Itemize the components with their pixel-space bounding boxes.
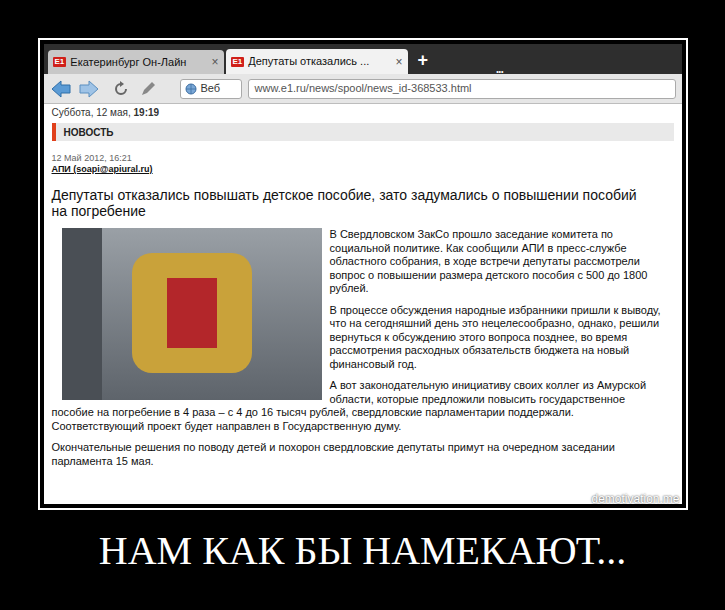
refresh-icon[interactable] bbox=[112, 80, 130, 98]
demotivator-poster: E1Екатеринбург Он-Лайн×E1Депутаты отказа… bbox=[0, 0, 725, 610]
tab-label: Депутаты отказались ... bbox=[248, 53, 391, 70]
page-date: Суббота, 12 мая, bbox=[52, 107, 131, 118]
watermark: demotivation.me bbox=[591, 492, 679, 506]
pen-icon[interactable] bbox=[140, 81, 156, 97]
poster-frame: E1Екатеринбург Он-Лайн×E1Депутаты отказа… bbox=[38, 38, 688, 510]
url-text: www.e1.ru/news/spool/news_id-368533.html bbox=[255, 80, 472, 97]
article-source[interactable]: АПИ (soapi@apiural.ru) bbox=[52, 164, 674, 175]
address-bar[interactable]: www.e1.ru/news/spool/news_id-368533.html bbox=[248, 79, 676, 99]
page-content: Суббота, 12 мая, 19:19 НОВОСТЬ 12 Май 20… bbox=[44, 104, 682, 504]
tab-overflow[interactable]: ••• bbox=[496, 68, 503, 76]
tab-close-button[interactable]: × bbox=[211, 56, 218, 68]
nav-bar: Веб www.e1.ru/news/spool/news_id-368533.… bbox=[44, 74, 682, 104]
article-body: В Свердловском ЗакСо прошло заседание ко… bbox=[52, 228, 674, 468]
search-box[interactable]: Веб bbox=[180, 79, 242, 99]
new-tab-button[interactable]: + bbox=[418, 51, 429, 69]
browser-tab[interactable]: E1Екатеринбург Он-Лайн × bbox=[48, 50, 224, 74]
tab-bar: E1Екатеринбург Он-Лайн×E1Депутаты отказа… bbox=[44, 44, 682, 74]
section-bar: НОВОСТЬ bbox=[52, 123, 674, 141]
poster-caption: НАМ КАК БЫ НАМЕКАЮТ... bbox=[99, 528, 626, 574]
article-headline: Депутаты отказались повышать детское пос… bbox=[52, 187, 674, 219]
tab-label: Екатеринбург Он-Лайн bbox=[70, 54, 207, 71]
article-photo bbox=[62, 228, 322, 400]
site-logo: E1 bbox=[231, 57, 245, 67]
site-logo: E1 bbox=[53, 57, 67, 67]
browser-tab[interactable]: E1Депутаты отказались ... × bbox=[226, 49, 408, 74]
page-date-line: Суббота, 12 мая, 19:19 bbox=[52, 107, 674, 119]
section-title: НОВОСТЬ bbox=[64, 125, 114, 140]
forward-arrow-icon[interactable] bbox=[78, 79, 100, 99]
search-label: Веб bbox=[201, 80, 221, 97]
page-time: 19:19 bbox=[134, 107, 160, 118]
article-date: 12 Май 2012, 16:21 bbox=[52, 153, 674, 164]
back-arrow-icon[interactable] bbox=[50, 79, 72, 99]
globe-icon bbox=[185, 83, 197, 95]
article-paragraph: Окончательные решения по поводу детей и … bbox=[52, 441, 670, 468]
browser-screenshot: E1Екатеринбург Он-Лайн×E1Депутаты отказа… bbox=[44, 44, 682, 504]
tab-close-button[interactable]: × bbox=[395, 56, 402, 68]
